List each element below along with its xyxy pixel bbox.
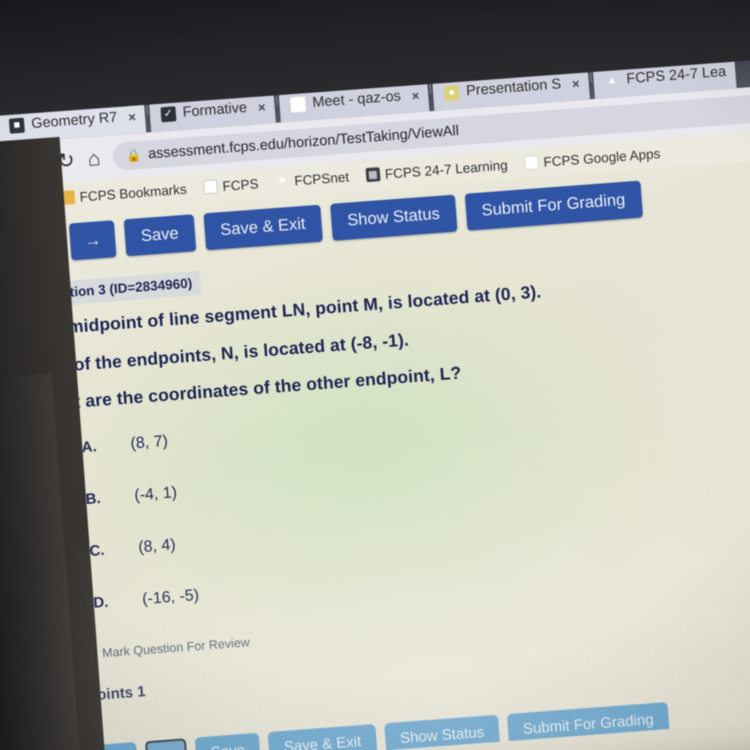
- formative-icon: ✓: [160, 105, 177, 122]
- choice-letter: A.: [81, 438, 98, 457]
- close-icon[interactable]: ×: [253, 99, 266, 115]
- choice-value: (8, 4): [137, 536, 177, 556]
- home-icon[interactable]: ⌂: [87, 147, 101, 171]
- lock-icon: 🔒: [125, 147, 142, 164]
- bookmark-fcpsnet[interactable]: ⚑ FCPSnet: [275, 168, 350, 189]
- choice-value: (8, 7): [129, 432, 169, 453]
- choice-letter: B.: [84, 489, 102, 509]
- bookmark-label: FCPS Google Apps: [542, 145, 661, 170]
- close-icon[interactable]: ×: [567, 75, 580, 91]
- tab-label: Formative: [182, 99, 248, 121]
- google-g-icon: G: [524, 155, 540, 171]
- tab-label: Meet - qaz-os: [311, 88, 402, 111]
- bookmark-label: FCPSnet: [293, 168, 350, 189]
- close-icon[interactable]: ×: [407, 87, 420, 103]
- show-status-button[interactable]: Show Status: [330, 194, 458, 241]
- close-icon[interactable]: ×: [124, 109, 137, 125]
- choice-letter: C.: [88, 541, 106, 560]
- bookmark-fcps[interactable]: ▤ FCPS: [203, 176, 259, 195]
- bookmark-fcps-24-7-learning[interactable]: ▦ FCPS 24-7 Learning: [365, 157, 508, 183]
- next-question-button[interactable]: →: [68, 220, 117, 261]
- fcps-icon: ▲: [603, 72, 621, 89]
- save-button-bottom[interactable]: Save: [194, 732, 262, 750]
- bookmark-label: FCPS 24-7 Learning: [384, 157, 509, 182]
- submit-for-grading-button[interactable]: Submit For Grading: [464, 180, 643, 231]
- blackboard-icon: ▦: [365, 167, 381, 183]
- tab-label: Geometry R7: [30, 109, 118, 133]
- bookmark-label: FCPS Bookmarks: [79, 181, 188, 205]
- browser-window: ■ Geometry R7 × ✓ Formative × ◉ Meet - q…: [0, 37, 750, 750]
- slides-icon: ●: [443, 84, 460, 101]
- choice-value: (-16, -5): [141, 586, 200, 608]
- photo-of-laptop-screen: ■ Geometry R7 × ✓ Formative × ◉ Meet - q…: [0, 0, 750, 750]
- meet-icon: ◉: [289, 96, 306, 113]
- fcpsnet-icon: ⚑: [277, 175, 288, 188]
- save-and-exit-button[interactable]: Save & Exit: [203, 204, 323, 251]
- mark-for-review-label: Mark Question For Review: [101, 634, 251, 660]
- choice-letter: D.: [92, 593, 109, 612]
- next-question-button-bottom[interactable]: →: [144, 738, 189, 750]
- submit-for-grading-button-bottom[interactable]: Submit For Grading: [506, 702, 670, 748]
- bookmark-fcps-bookmarks[interactable]: FCPS Bookmarks: [60, 181, 188, 206]
- choice-value: (-4, 1): [133, 483, 178, 504]
- save-and-exit-button-bottom[interactable]: Save & Exit: [267, 724, 378, 750]
- save-button[interactable]: Save: [123, 214, 196, 257]
- bookmark-label: FCPS: [221, 175, 260, 194]
- fcps-book-icon: ▤: [203, 179, 219, 195]
- show-status-button-bottom[interactable]: Show Status: [383, 714, 501, 750]
- user-icon: ■: [8, 117, 25, 134]
- bookmark-fcps-google-apps[interactable]: G FCPS Google Apps: [524, 146, 661, 171]
- answer-choices: A. (8, 7) B. (-4, 1) C. (8, 4) D. (-16, …: [60, 383, 750, 614]
- test-taking-page: ← → Save Save & Exit Show Status Submit …: [0, 156, 750, 750]
